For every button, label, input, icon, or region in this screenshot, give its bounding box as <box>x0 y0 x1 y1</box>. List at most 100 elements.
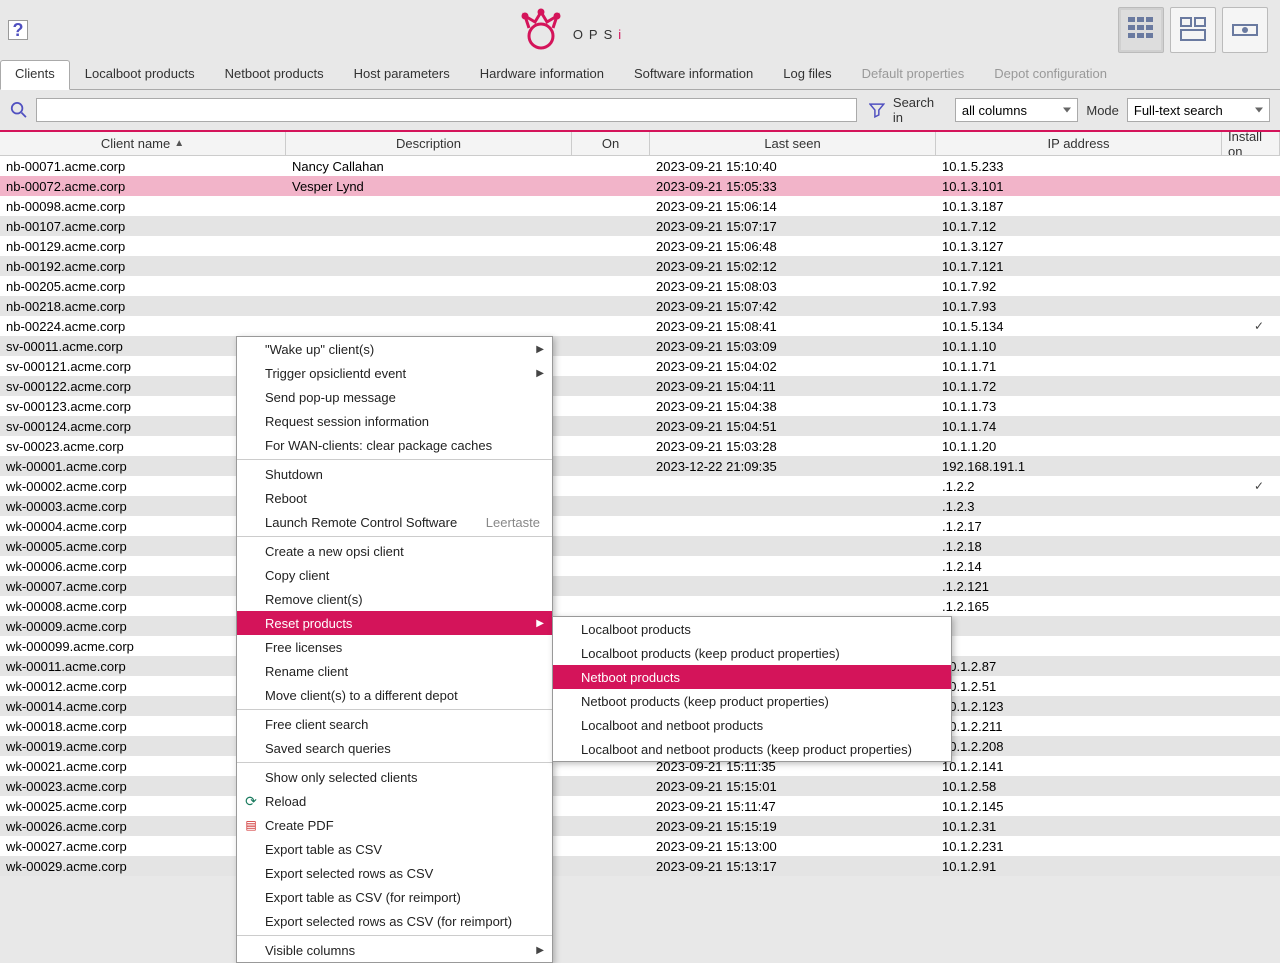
table-row[interactable]: wk-00008.acme.corp.1.2.165 <box>0 596 1280 616</box>
table-row[interactable]: wk-00003.acme.corp.1.2.3 <box>0 496 1280 516</box>
col-header-install[interactable]: Install on <box>1222 132 1280 155</box>
col-header-on[interactable]: On <box>572 132 650 155</box>
submenu-item-netboot-products[interactable]: Netboot products <box>553 665 951 689</box>
table-row[interactable]: wk-00007.acme.corp.1.2.121 <box>0 576 1280 596</box>
cell-on <box>572 765 650 767</box>
tab-hardware-information[interactable]: Hardware information <box>465 60 619 89</box>
menu-item-free-licenses[interactable]: Free licenses <box>237 635 552 659</box>
table-row[interactable]: wk-00006.acme.corp.1.2.14 <box>0 556 1280 576</box>
menu-item-visible-columns[interactable]: Visible columns▶ <box>237 938 552 962</box>
menu-item-launch-remote-control-software[interactable]: Launch Remote Control SoftwareLeertaste <box>237 510 552 534</box>
cell-ip: 10.1.2.91 <box>936 858 1222 875</box>
table-row[interactable]: nb-00192.acme.corp2023-09-21 15:02:1210.… <box>0 256 1280 276</box>
menu-item-export-table-as-csv[interactable]: Export table as CSV <box>237 837 552 861</box>
menu-item-show-only-selected-clients[interactable]: Show only selected clients <box>237 765 552 789</box>
filter-icon[interactable] <box>869 102 885 118</box>
tab-host-parameters[interactable]: Host parameters <box>339 60 465 89</box>
tab-netboot-products[interactable]: Netboot products <box>210 60 339 89</box>
cell-last-seen: 2023-09-21 15:06:14 <box>650 198 936 215</box>
submenu-item-localboot-products-keep-product-properties[interactable]: Localboot products (keep product propert… <box>553 641 951 665</box>
logo-text: OPSi <box>573 14 627 46</box>
table-row[interactable]: sv-00011.acme.corp2023-09-21 15:03:0910.… <box>0 336 1280 356</box>
menu-item-request-session-information[interactable]: Request session information <box>237 409 552 433</box>
table-row[interactable]: nb-00224.acme.corp2023-09-21 15:08:4110.… <box>0 316 1280 336</box>
menu-item-export-selected-rows-as-csv[interactable]: Export selected rows as CSV <box>237 861 552 885</box>
menu-item-reset-products[interactable]: Reset products▶ <box>237 611 552 635</box>
view-detail-button[interactable] <box>1222 7 1268 53</box>
menu-item-send-pop-up-message[interactable]: Send pop-up message <box>237 385 552 409</box>
tab-localboot-products[interactable]: Localboot products <box>70 60 210 89</box>
table-row[interactable]: wk-00001.acme.corp2023-12-22 21:09:35192… <box>0 456 1280 476</box>
col-header-ip[interactable]: IP address <box>936 132 1222 155</box>
menu-item-export-table-as-csv-for-reimport[interactable]: Export table as CSV (for reimport) <box>237 885 552 909</box>
cell-ip: 10.1.7.12 <box>936 218 1222 235</box>
menu-item-reboot[interactable]: Reboot <box>237 486 552 510</box>
table-row[interactable]: sv-000121.acme.corp2023-09-21 15:04:0210… <box>0 356 1280 376</box>
table-row[interactable]: nb-00205.acme.corp2023-09-21 15:08:0310.… <box>0 276 1280 296</box>
help-button[interactable]: ? <box>8 20 28 40</box>
col-header-description[interactable]: Description <box>286 132 572 155</box>
table-row[interactable]: nb-00072.acme.corpVesper Lynd2023-09-21 … <box>0 176 1280 196</box>
view-grid-button[interactable] <box>1118 7 1164 53</box>
cell-install <box>1222 705 1280 707</box>
cell-on <box>572 785 650 787</box>
table-row[interactable]: wk-00002.acme.corp.1.2.2✓ <box>0 476 1280 496</box>
table-row[interactable]: sv-000124.acme.corp2023-09-21 15:04:5110… <box>0 416 1280 436</box>
menu-item-export-selected-rows-as-csv-for-reimport[interactable]: Export selected rows as CSV (for reimpor… <box>237 909 552 933</box>
table-row[interactable]: wk-00005.acme.corp.1.2.18 <box>0 536 1280 556</box>
cell-last-seen <box>650 585 936 587</box>
tab-software-information[interactable]: Software information <box>619 60 768 89</box>
cell-last-seen: 2023-09-21 15:07:17 <box>650 218 936 235</box>
table-row[interactable]: nb-00129.acme.corp2023-09-21 15:06:4810.… <box>0 236 1280 256</box>
menu-item-create-pdf[interactable]: ▤Create PDF <box>237 813 552 837</box>
search-mode-dropdown[interactable]: Full-text search <box>1127 98 1270 122</box>
table-row[interactable]: wk-00029.acme.corpJessica Rabbit2023-09-… <box>0 856 1280 876</box>
menu-item-saved-search-queries[interactable]: Saved search queries <box>237 736 552 760</box>
table-row[interactable]: sv-00023.acme.corp2023-09-21 15:03:2810.… <box>0 436 1280 456</box>
cell-on <box>572 605 650 607</box>
table-row[interactable]: sv-000122.acme.corp2023-09-21 15:04:1110… <box>0 376 1280 396</box>
table-row[interactable]: wk-00026.acme.corp2023-09-21 15:15:1910.… <box>0 816 1280 836</box>
table-row[interactable]: wk-00023.acme.corp2023-09-21 15:15:0110.… <box>0 776 1280 796</box>
cell-ip: 10.1.2.208 <box>936 738 1222 755</box>
search-columns-dropdown[interactable]: all columns <box>955 98 1078 122</box>
cell-install <box>1222 645 1280 647</box>
table-row[interactable]: wk-00025.acme.corp2023-09-21 15:11:4710.… <box>0 796 1280 816</box>
table-row[interactable]: sv-000123.acme.corp2023-09-21 15:04:3810… <box>0 396 1280 416</box>
menu-item-trigger-opsiclientd-event[interactable]: Trigger opsiclientd event▶ <box>237 361 552 385</box>
menu-item-shutdown[interactable]: Shutdown <box>237 462 552 486</box>
cell-on <box>572 585 650 587</box>
cell-install <box>1222 665 1280 667</box>
table-row[interactable]: wk-00004.acme.corp.1.2.17 <box>0 516 1280 536</box>
menu-item-reload[interactable]: ⟳Reload <box>237 789 552 813</box>
submenu-item-localboot-and-netboot-products[interactable]: Localboot and netboot products <box>553 713 951 737</box>
col-header-name[interactable]: Client name▲ <box>0 132 286 155</box>
table-row[interactable]: nb-00107.acme.corp2023-09-21 15:07:1710.… <box>0 216 1280 236</box>
tab-log-files[interactable]: Log files <box>768 60 846 89</box>
menu-item-for-wan-clients-clear-package-caches[interactable]: For WAN-clients: clear package caches <box>237 433 552 457</box>
menu-item-rename-client[interactable]: Rename client <box>237 659 552 683</box>
search-icon[interactable] <box>10 101 28 119</box>
menu-item-move-client-s-to-a-different-depot[interactable]: Move client(s) to a different depot <box>237 683 552 707</box>
submenu-item-localboot-products[interactable]: Localboot products <box>553 617 951 641</box>
view-split-button[interactable] <box>1170 7 1216 53</box>
table-row[interactable]: wk-00027.acme.corpKate Austen2023-09-21 … <box>0 836 1280 856</box>
table-row[interactable]: nb-00218.acme.corp2023-09-21 15:07:4210.… <box>0 296 1280 316</box>
menu-item-wake-up-client-s[interactable]: "Wake up" client(s)▶ <box>237 337 552 361</box>
table-row[interactable]: nb-00098.acme.corp2023-09-21 15:06:1410.… <box>0 196 1280 216</box>
menu-item-create-a-new-opsi-client[interactable]: Create a new opsi client <box>237 539 552 563</box>
table-row[interactable]: nb-00071.acme.corpNancy Callahan2023-09-… <box>0 156 1280 176</box>
cell-on <box>572 565 650 567</box>
submenu-item-netboot-products-keep-product-properties[interactable]: Netboot products (keep product propertie… <box>553 689 951 713</box>
col-header-lastseen[interactable]: Last seen <box>650 132 936 155</box>
cell-ip: .1.2.17 <box>936 518 1222 535</box>
cell-on <box>572 525 650 527</box>
menu-item-free-client-search[interactable]: Free client search <box>237 712 552 736</box>
cell-on <box>572 305 650 307</box>
submenu-item-localboot-and-netboot-products-keep-product-properties[interactable]: Localboot and netboot products (keep pro… <box>553 737 951 761</box>
menu-item-remove-client-s[interactable]: Remove client(s) <box>237 587 552 611</box>
tab-clients[interactable]: Clients <box>0 60 70 90</box>
cell-description <box>286 205 572 207</box>
search-input[interactable] <box>36 98 857 122</box>
menu-item-copy-client[interactable]: Copy client <box>237 563 552 587</box>
